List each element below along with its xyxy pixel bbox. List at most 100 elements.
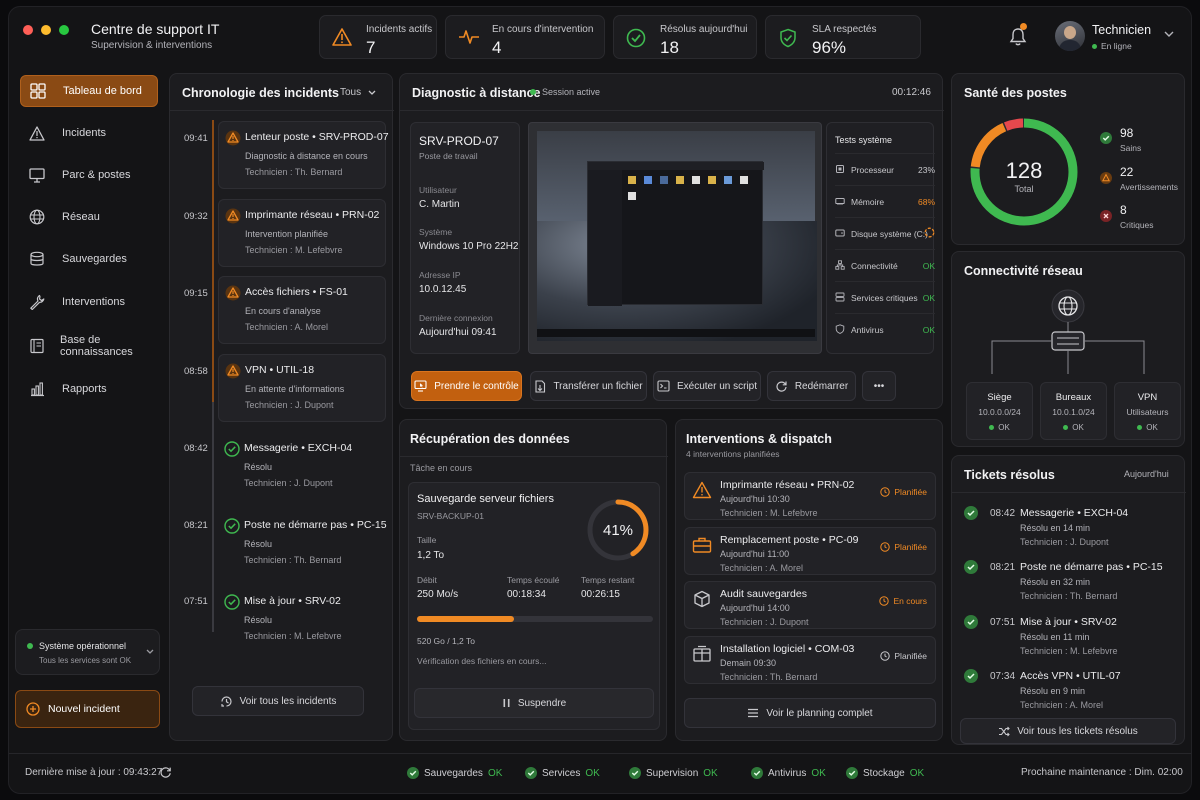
sidebar-item-incidents[interactable]: Incidents <box>20 117 158 149</box>
status-dot <box>989 425 995 430</box>
minimize-window-button[interactable] <box>41 25 51 35</box>
host-info-card: SRV-PROD-07 Poste de travail Utilisateur… <box>410 122 520 354</box>
field-value: Windows 10 Pro 22H2 <box>419 241 519 252</box>
system-status-title: Système opérationnel <box>39 641 127 651</box>
dispatch-item[interactable]: Remplacement poste • PC-09 Aujourd'hui 1… <box>684 527 936 575</box>
dispatch-item[interactable]: Audit sauvegardes Aujourd'hui 14:00 Tech… <box>684 581 936 629</box>
notifications-button[interactable] <box>1009 23 1027 47</box>
service-status: OK <box>909 767 925 779</box>
service-status: OK <box>585 767 600 779</box>
stat-resolved-today[interactable]: Résolus aujourd'hui 18 <box>613 15 757 59</box>
timeline-line-active <box>212 120 214 402</box>
stat-active-incidents[interactable]: Incidents actifs 7 <box>319 15 437 59</box>
check-circle-icon <box>407 767 419 779</box>
stat-sla[interactable]: SLA respectés 96% <box>765 15 921 59</box>
dispatch-item-title: Imprimante réseau • PRN-02 <box>720 479 855 491</box>
check-circle-icon <box>846 767 858 779</box>
check-circle-icon <box>525 767 537 779</box>
system-status-card[interactable]: Système opérationnel Tous les services s… <box>15 629 160 675</box>
critical-icon <box>1100 210 1112 222</box>
view-planning-button[interactable]: Voir le planning complet <box>684 698 936 728</box>
progress-percent: 41% <box>602 522 634 539</box>
dispatch-item[interactable]: Installation logiciel • COM-03 Demain 09… <box>684 636 936 684</box>
sidebar-item-interventions[interactable]: Interventions <box>20 286 158 318</box>
timeline-item[interactable]: VPN • UTIL-18 En attente d'informations … <box>218 354 386 422</box>
timeline-item[interactable]: Messagerie • EXCH-04 Résolu Technicien :… <box>218 434 386 498</box>
plus-circle-icon <box>26 702 40 716</box>
view-all-incidents-label: Voir tous les incidents <box>239 695 337 707</box>
dispatch-item-tech: Technicien : A. Morel <box>720 563 804 573</box>
sidebar-item-reports[interactable]: Rapports <box>20 373 158 405</box>
critical-label: Critiques <box>1120 220 1154 230</box>
timeline-item[interactable]: Poste ne démarre pas • PC-15 Résolu Tech… <box>218 511 387 575</box>
dispatch-item-when: Aujourd'hui 14:00 <box>720 603 790 613</box>
online-dot <box>1092 43 1097 49</box>
timeline-item[interactable]: Accès fichiers • FS-01 En cours d'analys… <box>218 276 386 344</box>
toolbox-icon <box>692 536 712 554</box>
network-site-hq[interactable]: Siège 10.0.0.0/24 OK <box>966 382 1033 440</box>
maximize-window-button[interactable] <box>59 25 69 35</box>
spinner-icon <box>924 227 935 238</box>
ticket-item[interactable]: 07:51 Mise à jour • SRV-02 Résolu en 11 … <box>964 613 1174 661</box>
view-all-incidents-button[interactable]: Voir tous les incidents <box>192 686 364 716</box>
sidebar-item-knowledge-base[interactable]: Base de connaissances <box>20 330 158 362</box>
sidebar-item-dashboard[interactable]: Tableau de bord <box>20 75 158 107</box>
warnings-label: Avertissements <box>1120 182 1178 192</box>
timeline-filter-select[interactable]: Tous <box>340 87 376 98</box>
ticket-item[interactable]: 08:42 Messagerie • EXCH-04 Résolu en 14 … <box>964 504 1174 552</box>
close-window-button[interactable] <box>23 25 33 35</box>
refresh-button[interactable] <box>159 766 172 779</box>
last-update: Dernière mise à jour : 09:43:27 <box>25 767 163 778</box>
warning-icon <box>225 130 241 146</box>
ticket-item[interactable]: 07:34 Accès VPN • UTIL-07 Résolu en 9 mi… <box>964 667 1174 715</box>
transfer-file-button[interactable]: Transférer un fichier <box>530 371 647 401</box>
check-circle-icon <box>964 615 978 629</box>
service-name: Stockage <box>863 767 905 779</box>
dispatch-item-tech: Technicien : M. Lefebvre <box>720 508 818 518</box>
timeline-item-tech: Technicien : A. Morel <box>245 322 329 332</box>
service-name: Supervision <box>646 767 699 779</box>
user-menu-chevron-icon[interactable] <box>1164 31 1174 38</box>
service-status: OK <box>811 767 826 779</box>
avatar[interactable] <box>1055 21 1085 51</box>
remote-screen[interactable] <box>528 122 822 354</box>
stat-in-progress[interactable]: En cours d'intervention 4 <box>445 15 605 59</box>
ticket-time: 08:42 <box>990 508 1016 519</box>
warning-icon <box>29 125 47 141</box>
amount-progress: 520 Go / 1,2 To <box>417 636 475 646</box>
restart-icon <box>775 380 788 393</box>
ticket-item[interactable]: 08:21 Poste ne démarre pas • PC-15 Résol… <box>964 558 1174 606</box>
site-name: VPN <box>1137 392 1158 403</box>
timeline-item[interactable]: Imprimante réseau • PRN-02 Intervention … <box>218 199 386 267</box>
site-ip: Utilisateurs <box>1126 407 1169 417</box>
host-type: Poste de travail <box>419 151 478 161</box>
list-icon <box>747 708 759 718</box>
sidebar-item-fleet[interactable]: Parc & postes <box>20 159 158 191</box>
sidebar-item-label: Rapports <box>62 383 107 395</box>
dispatch-status-label: Planifiée <box>894 651 927 661</box>
field-label: Adresse IP <box>419 270 461 280</box>
new-incident-button[interactable]: Nouvel incident <box>15 690 160 728</box>
service-name: Services <box>542 767 581 779</box>
network-site-offices[interactable]: Bureaux 10.0.1.0/24 OK <box>1040 382 1107 440</box>
shield-check-icon <box>778 28 798 48</box>
view-all-tickets-button[interactable]: Voir tous les tickets résolus <box>960 718 1176 744</box>
history-icon <box>220 695 233 708</box>
more-actions-button[interactable]: ••• <box>862 371 896 401</box>
timeline-item[interactable]: Mise à jour • SRV-02 Résolu Technicien :… <box>218 587 386 651</box>
pause-backup-button[interactable]: Suspendre <box>414 688 654 718</box>
stat-value: 7 <box>366 38 376 57</box>
dispatch-item[interactable]: Imprimante réseau • PRN-02 Aujourd'hui 1… <box>684 472 936 520</box>
timeline-item[interactable]: Lenteur poste • SRV-PROD-07 Diagnostic à… <box>218 121 389 189</box>
sidebar-item-network[interactable]: Réseau <box>20 201 158 233</box>
take-control-button[interactable]: Prendre le contrôle <box>411 371 522 401</box>
run-script-button[interactable]: Exécuter un script <box>653 371 761 401</box>
field-value: C. Martin <box>419 199 460 210</box>
ticket-resolved: Résolu en 9 min <box>1020 686 1086 696</box>
restart-button[interactable]: Redémarrer <box>767 371 856 401</box>
sidebar-item-backups[interactable]: Sauvegardes <box>20 243 158 275</box>
network-site-vpn[interactable]: VPN Utilisateurs OK <box>1114 382 1181 440</box>
service-status-backups: Sauvegardes OK <box>407 767 502 779</box>
divider <box>170 110 394 111</box>
check-circle-icon <box>224 594 240 610</box>
